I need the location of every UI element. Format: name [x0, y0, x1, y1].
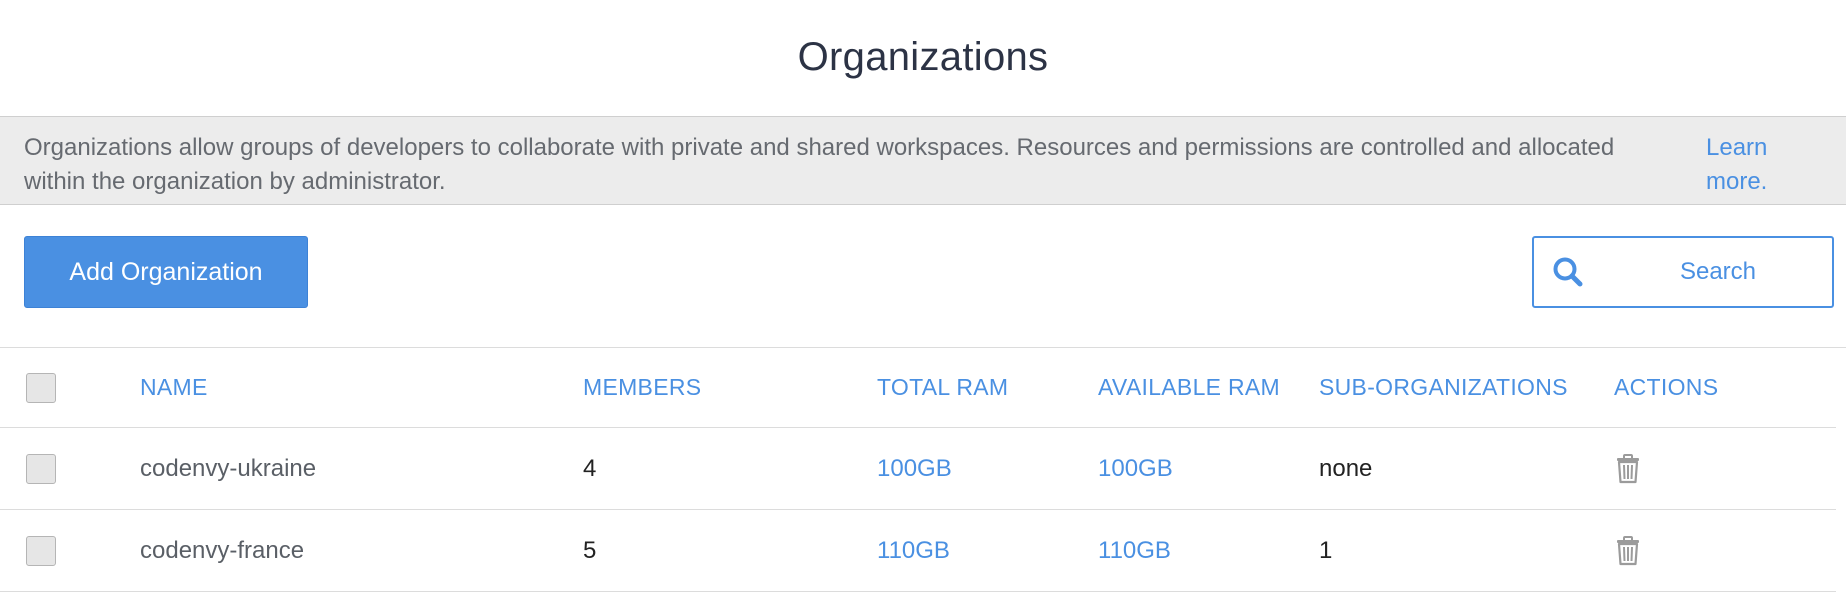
org-members: 4 [583, 454, 597, 482]
page-title: Organizations [797, 34, 1049, 79]
trash-icon[interactable] [1614, 453, 1642, 484]
header-available-ram[interactable]: AVAILABLE RAM [1098, 348, 1280, 427]
info-text: Organizations allow groups of developers… [24, 134, 1615, 195]
select-all-checkbox[interactable] [26, 372, 56, 403]
select-all-cell [26, 348, 56, 427]
org-actions [1614, 510, 1642, 591]
header-actions: ACTIONS [1614, 374, 1719, 400]
org-sub-organizations: 1 [1319, 536, 1333, 564]
learn-more-link[interactable]: Learn more. [1706, 131, 1806, 199]
row-checkbox[interactable] [26, 453, 56, 484]
org-total-ram[interactable]: 100GB [877, 428, 952, 509]
row-select-cell [26, 510, 56, 591]
search-input[interactable] [1606, 257, 1830, 287]
organizations-table: NAME MEMBERS TOTAL RAM AVAILABLE RAM SUB… [0, 348, 1836, 592]
org-available-ram[interactable]: 100GB [1098, 428, 1173, 509]
header-total-ram[interactable]: TOTAL RAM [877, 348, 1008, 427]
header-name[interactable]: NAME [140, 348, 208, 427]
trash-icon[interactable] [1614, 535, 1642, 566]
header-members[interactable]: MEMBERS [583, 348, 701, 427]
org-sub-organizations: none [1319, 454, 1373, 482]
search-box[interactable] [1532, 236, 1834, 308]
table-header-row: NAME MEMBERS TOTAL RAM AVAILABLE RAM SUB… [0, 348, 1836, 428]
toolbar: Add Organization [0, 205, 1846, 348]
organizations-page: Organizations Organizations allow groups… [0, 0, 1846, 610]
info-banner: Organizations allow groups of developers… [0, 117, 1846, 205]
org-actions [1614, 428, 1642, 509]
org-name[interactable]: codenvy-ukraine [140, 428, 316, 509]
org-members: 5 [583, 536, 597, 564]
table-row: codenvy-ukraine 4 100GB 100GB none [0, 428, 1836, 510]
search-icon[interactable] [1550, 254, 1586, 290]
table-row: codenvy-france 5 110GB 110GB 1 [0, 510, 1836, 592]
header-sub-organizations[interactable]: SUB-ORGANIZATIONS [1319, 348, 1568, 427]
row-select-cell [26, 428, 56, 509]
add-organization-button[interactable]: Add Organization [24, 236, 308, 308]
org-total-ram[interactable]: 110GB [877, 510, 950, 591]
org-name[interactable]: codenvy-france [140, 510, 304, 591]
row-checkbox[interactable] [26, 535, 56, 566]
page-header: Organizations [0, 0, 1846, 117]
org-available-ram[interactable]: 110GB [1098, 510, 1171, 591]
